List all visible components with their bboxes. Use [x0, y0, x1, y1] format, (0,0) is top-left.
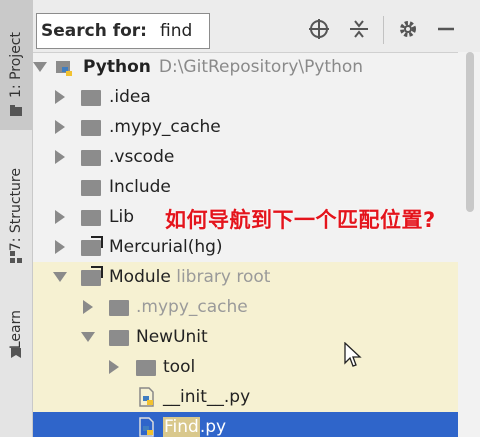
- tree-item-label: __init__.py: [163, 387, 251, 407]
- tree-item-init[interactable]: __init__.py: [33, 382, 458, 412]
- crosshair-icon[interactable]: [308, 18, 330, 40]
- find-file-suffix: .py: [199, 417, 227, 437]
- mouse-cursor-icon: [344, 342, 362, 367]
- chevron-right-icon[interactable]: [55, 210, 65, 224]
- chevron-right-icon[interactable]: [55, 120, 65, 134]
- folder-icon: [81, 180, 101, 196]
- collapse-icon[interactable]: [348, 18, 370, 40]
- tool-window-strip: 1: Project 7: Structure Learn: [0, 0, 33, 437]
- chevron-right-icon[interactable]: [55, 90, 65, 104]
- linked-folder-icon: [81, 266, 103, 286]
- root-name: Python: [83, 57, 151, 77]
- tab-project[interactable]: 1: Project: [0, 0, 32, 130]
- chevron-right-icon[interactable]: [109, 360, 119, 374]
- project-toolbar: Search for: find: [33, 0, 480, 53]
- chevron-right-icon[interactable]: [55, 150, 65, 164]
- learn-icon: [11, 348, 21, 358]
- tree-item-tool[interactable]: tool: [33, 352, 458, 382]
- tree-item-label: Find.py: [163, 417, 226, 437]
- chevron-right-icon[interactable]: [55, 240, 65, 254]
- folder-icon: [109, 300, 129, 316]
- chevron-down-icon[interactable]: [81, 332, 95, 342]
- toolbar-divider: [383, 16, 384, 44]
- python-project-icon: [56, 61, 72, 76]
- tree-item-label: .vscode: [109, 147, 175, 167]
- tree-item-label: Include: [109, 177, 171, 197]
- tree-item-mercurial[interactable]: Mercurial(hg): [33, 232, 458, 262]
- linked-folder-icon: [81, 236, 103, 256]
- folder-icon: [81, 210, 101, 226]
- tree-item-newunit[interactable]: NewUnit: [33, 322, 458, 352]
- tab-project-label: 1: Project: [8, 32, 24, 98]
- minimize-icon[interactable]: [435, 18, 457, 40]
- tree-item-label: tool: [163, 357, 196, 377]
- tab-structure[interactable]: 7: Structure: [0, 140, 32, 280]
- python-file-icon: [139, 387, 154, 407]
- tree-item-label: Module library root: [109, 267, 270, 287]
- tree-item-label: Mercurial(hg): [109, 237, 223, 257]
- tree-item-module-mypy-cache[interactable]: .mypy_cache: [33, 292, 458, 322]
- module-note: library root: [176, 267, 271, 287]
- chevron-right-icon[interactable]: [83, 300, 93, 314]
- tree-item-module[interactable]: Module library root: [33, 262, 458, 292]
- tree-item-include[interactable]: Include: [33, 172, 458, 202]
- chevron-down-icon[interactable]: [53, 272, 67, 282]
- folder-icon: [136, 360, 156, 376]
- tab-learn-label: Learn: [8, 310, 24, 350]
- folder-icon: [81, 150, 101, 166]
- tree-item-label: .mypy_cache: [109, 117, 221, 137]
- module-name: Module: [109, 267, 171, 287]
- tree-item-label: .mypy_cache: [136, 297, 248, 317]
- root-path: D:\GitRepository\Python: [158, 57, 364, 77]
- annotation-text: 如何导航到下一个匹配位置?: [165, 208, 436, 232]
- tree-item-label: Lib: [109, 207, 134, 227]
- tree-item-label: NewUnit: [136, 327, 208, 347]
- gear-icon[interactable]: [397, 18, 419, 40]
- folder-icon: [81, 90, 101, 106]
- python-file-icon: [139, 417, 154, 437]
- folder-icon: [109, 330, 129, 346]
- speed-search-field[interactable]: Search for: find: [36, 13, 210, 49]
- root-label: Python D:\GitRepository\Python: [83, 57, 363, 77]
- search-match-highlight: Find: [163, 417, 200, 437]
- folder-icon: [81, 120, 101, 136]
- tree-item-label: .idea: [109, 87, 151, 107]
- tree-item-find-selected[interactable]: Find.py: [33, 412, 458, 437]
- project-tree: Python D:\GitRepository\Python .idea .myp…: [33, 52, 458, 437]
- tab-learn[interactable]: Learn: [0, 290, 32, 370]
- search-label: Search for:: [41, 21, 147, 41]
- tab-structure-label: 7: Structure: [8, 168, 24, 252]
- project-folder-icon: [10, 105, 22, 116]
- search-value: find: [159, 21, 193, 41]
- tree-item-idea[interactable]: .idea: [33, 82, 458, 112]
- scrollbar-thumb[interactable]: [466, 52, 474, 212]
- vertical-scrollbar[interactable]: [458, 52, 480, 437]
- tree-item-mypy-cache[interactable]: .mypy_cache: [33, 112, 458, 142]
- structure-icon: [10, 251, 22, 263]
- tree-item-vscode[interactable]: .vscode: [33, 142, 458, 172]
- tree-root[interactable]: Python D:\GitRepository\Python: [33, 52, 458, 82]
- chevron-down-icon[interactable]: [33, 62, 47, 72]
